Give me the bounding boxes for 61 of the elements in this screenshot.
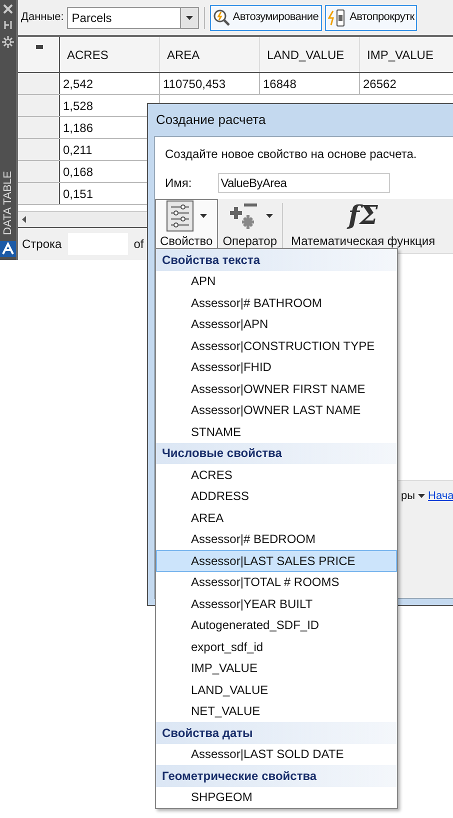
menu-item[interactable]: ADDRESS (156, 486, 397, 507)
menu-item[interactable]: Assessor|TOTAL # ROOMS (156, 572, 397, 593)
table-cell: 2,542 (60, 73, 160, 94)
dialog-description: Создайте новое свойство на основе расчета. (165, 147, 417, 161)
row-label: Строка (22, 236, 62, 253)
magnifier-icon (212, 8, 231, 26)
close-icon[interactable] (3, 4, 13, 14)
menu-group-header: Числовые свойства (156, 442, 397, 464)
of-label: of (134, 236, 144, 253)
menu-item[interactable]: Assessor|LAST SALES PRICE (156, 550, 397, 572)
menu-item[interactable]: LAND_VALUE (156, 679, 397, 700)
toolbar-button[interactable]: Автозумирование (210, 4, 322, 30)
menu-item[interactable]: SHPGEOM (156, 786, 397, 808)
table-cell: 16848 (260, 73, 360, 94)
menu-item[interactable]: ACRES (156, 464, 397, 486)
menu-item[interactable]: Assessor|OWNER LAST NAME (156, 400, 397, 421)
menu-item[interactable]: APN (156, 270, 397, 292)
pin-icon[interactable] (3, 20, 13, 30)
name-field[interactable]: ValueByArea (218, 173, 390, 193)
data-label: Данные: (21, 10, 64, 26)
menu-group-header: Геометрические свойства (156, 765, 397, 786)
menu-item[interactable]: Assessor|APN (156, 314, 397, 335)
menu-item[interactable]: Autogenerated_SDF_ID (156, 614, 397, 636)
menu-item[interactable]: Assessor|FHID (156, 356, 397, 378)
menu-item[interactable]: IMP_VALUE (156, 658, 397, 679)
menu-item[interactable]: Assessor|LAST SOLD DATE (156, 744, 397, 765)
settings-icon[interactable] (2, 36, 14, 48)
menu-item[interactable]: Assessor|CONSTRUCTION TYPE (156, 335, 397, 356)
caret-icon (418, 494, 426, 498)
footer-text: ры (401, 488, 416, 504)
caret-icon (186, 16, 193, 20)
row-header[interactable] (18, 183, 60, 204)
row-header[interactable] (18, 139, 60, 160)
menu-group-header: Свойства даты (156, 722, 397, 744)
logo-icon (0, 241, 16, 257)
menu-item[interactable]: export_sdf_id (156, 636, 397, 658)
column-header[interactable]: IMP_VALUE (360, 37, 453, 72)
function-icon: fΣ (348, 203, 378, 229)
data-combo[interactable]: Parcels (66, 6, 199, 28)
scroll-left-icon[interactable] (22, 216, 26, 223)
menu-item[interactable]: Assessor|YEAR BUILT (156, 593, 397, 614)
menu-item[interactable]: STNAME (156, 421, 397, 442)
column-header[interactable]: AREA (160, 37, 260, 72)
column-header[interactable]: ACRES (60, 37, 160, 72)
row-header[interactable] (18, 161, 60, 182)
menu-item[interactable]: AREA (156, 507, 397, 528)
row-header[interactable] (18, 95, 60, 116)
toolbar-button[interactable]: Автопрокрутк (324, 4, 418, 30)
menu-item[interactable]: NET_VALUE (156, 700, 397, 722)
menu-item[interactable]: Assessor|OWNER FIRST NAME (156, 378, 397, 400)
row-header[interactable] (18, 73, 60, 94)
column-header[interactable]: LAND_VALUE (260, 37, 360, 72)
menu-group-header: Свойства текста (156, 249, 397, 270)
menu-item[interactable]: Assessor|# BATHROOM (156, 292, 397, 314)
menu-item[interactable]: Assessor|# BEDROOM (156, 528, 397, 550)
name-label: Имя: (165, 175, 192, 192)
panel-title: DATA TABLE (2, 171, 14, 235)
corner-icon (36, 45, 43, 49)
table-cell: 110750,453 (160, 73, 260, 94)
row-header[interactable] (18, 117, 60, 138)
table-cell: 26562 (360, 73, 453, 94)
